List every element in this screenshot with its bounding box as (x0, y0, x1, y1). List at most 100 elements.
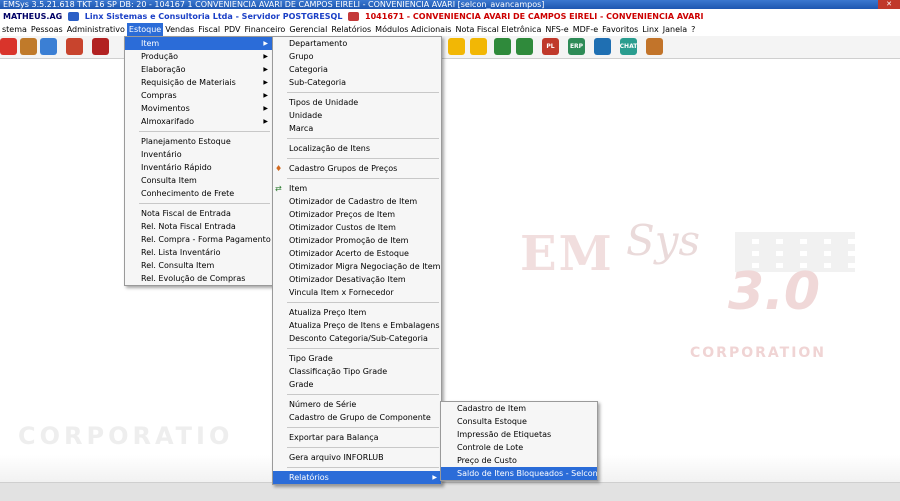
menu-item-tipo-grade[interactable]: Tipo Grade (273, 352, 441, 365)
pl-icon[interactable]: PL (542, 38, 559, 55)
menu-item-controle-de-lote[interactable]: Controle de Lote (441, 441, 597, 454)
menu-item-conhecimento-de-frete[interactable]: Conhecimento de Frete (125, 187, 272, 200)
menu-item-label: Inventário (141, 150, 182, 159)
menu-item-inventario[interactable]: Inventário (125, 148, 272, 161)
menu-item-label: Cadastro de Grupo de Componente (289, 413, 431, 422)
menu-modulos-adicionais[interactable]: Módulos Adicionais (373, 23, 453, 36)
menu-item-otimizador-precos-de-item[interactable]: Otimizador Preços de Item (273, 208, 441, 221)
menu-item-grade[interactable]: Grade (273, 378, 441, 391)
people-icon[interactable] (20, 38, 37, 55)
menu-item-sub-categoria[interactable]: Sub-Categoria (273, 76, 441, 89)
menu-pdv[interactable]: PDV (222, 23, 242, 36)
menu-item-label: Unidade (289, 111, 323, 120)
menu-relatorios[interactable]: Relatórios (329, 23, 373, 36)
menu-item-cadastro-grupos-de-precos[interactable]: ♦ Cadastro Grupos de Preços (273, 162, 441, 175)
menu-item-impressao-de-etiquetas[interactable]: Impressão de Etiquetas (441, 428, 597, 441)
current-user: MATHEUS.AG (3, 12, 63, 21)
menu-item-label: Tipo Grade (289, 354, 333, 363)
power-icon[interactable] (0, 38, 17, 55)
menu-separator (287, 158, 439, 159)
menu-item-relatorios[interactable]: Relatórios ▶ (273, 471, 441, 484)
menu-item-nota-fiscal-de-entrada[interactable]: Nota Fiscal de Entrada (125, 207, 272, 220)
session-info-bar: MATHEUS.AG Linx Sistemas e Consultoria L… (0, 10, 900, 23)
menu-vendas[interactable]: Vendas (163, 23, 196, 36)
menu-item-rel-evolucao-de-compras[interactable]: Rel. Evolução de Compras (125, 272, 272, 285)
menu-nfs-e[interactable]: NFS-e (543, 23, 570, 36)
menu-nota-fiscal-eletronica[interactable]: Nota Fiscal Eletrônica (453, 23, 543, 36)
gift-icon[interactable] (646, 38, 663, 55)
menu-item-departamento[interactable]: Departamento (273, 37, 441, 50)
home-icon[interactable] (66, 38, 83, 55)
menu-administrativo[interactable]: Administrativo (65, 23, 127, 36)
menu-item-otimizador-desativacao-item[interactable]: Otimizador Desativação Item (273, 273, 441, 286)
menu-item-cadastro-de-grupo-de-componente[interactable]: Cadastro de Grupo de Componente (273, 411, 441, 424)
monitor-icon[interactable] (594, 38, 611, 55)
menu-item-label: Compras (141, 91, 177, 100)
smile2-icon[interactable] (470, 38, 487, 55)
menu-fiscal[interactable]: Fiscal (196, 23, 222, 36)
menu-item-compras[interactable]: Compras ▶ (125, 89, 272, 102)
menu-item-rel-compra-forma-pagamento[interactable]: Rel. Compra - Forma Pagamento (125, 233, 272, 246)
menu-item-marca[interactable]: Marca (273, 122, 441, 135)
menu-item-saldo-de-itens-bloqueados-selcon[interactable]: Saldo de Itens Bloqueados - Selcon (441, 467, 598, 480)
menu-estoque[interactable]: Estoque (126, 23, 164, 36)
menu-item-label: Impressão de Etiquetas (457, 430, 552, 439)
menu-item-numero-de-serie[interactable]: Número de Série (273, 398, 441, 411)
user-icon[interactable] (40, 38, 57, 55)
menu-item-cadastro-de-item[interactable]: Cadastro de Item (441, 402, 597, 415)
menu-item-rel-consulta-item[interactable]: Rel. Consulta Item (125, 259, 272, 272)
menu-item-exportar-para-balanca[interactable]: Exportar para Balança (273, 431, 441, 444)
menu-item-desconto-categoria-sub-categoria[interactable]: Desconto Categoria/Sub-Categoria (273, 332, 441, 345)
price-group-icon: ♦ (275, 164, 283, 173)
menu-item-planejamento-estoque[interactable]: Planejamento Estoque (125, 135, 272, 148)
menu-item-elaboracao[interactable]: Elaboração ▶ (125, 63, 272, 76)
menu-linx[interactable]: Linx (640, 23, 660, 36)
menu-janela[interactable]: Janela (661, 23, 689, 36)
menu-item-item[interactable]: Item ▶ (125, 37, 272, 50)
menu-item-requisicao-de-materiais[interactable]: Requisição de Materiais ▶ (125, 76, 272, 89)
menu-item-atualiza-preco-item[interactable]: Atualiza Preço Item (273, 306, 441, 319)
menu-item-consulta-item[interactable]: Consulta Item (125, 174, 272, 187)
menu-item-tipos-de-unidade[interactable]: Tipos de Unidade (273, 96, 441, 109)
menu-item-rel-lista-inventario[interactable]: Rel. Lista Inventário (125, 246, 272, 259)
menu-item-consulta-estoque[interactable]: Consulta Estoque (441, 415, 597, 428)
menu-item-otimizador-de-cadastro-de-item[interactable]: Otimizador de Cadastro de Item (273, 195, 441, 208)
menu-item-inventario-rapido[interactable]: Inventário Rápido (125, 161, 272, 174)
menu-item-producao[interactable]: Produção ▶ (125, 50, 272, 63)
menu-item-categoria[interactable]: Categoria (273, 63, 441, 76)
chevron-right-icon: ▶ (263, 66, 268, 73)
menu-item-movimentos[interactable]: Movimentos ▶ (125, 102, 272, 115)
chat-icon[interactable]: CHAT (620, 38, 637, 55)
menu-[interactable]: ? (689, 23, 697, 36)
menu-item-localizacao-de-itens[interactable]: Localização de Itens (273, 142, 441, 155)
menu-item-rel-nota-fiscal-entrada[interactable]: Rel. Nota Fiscal Entrada (125, 220, 272, 233)
menu-item-item[interactable]: ⇄ Item (273, 182, 441, 195)
camera-icon[interactable] (92, 38, 109, 55)
menu-item-label: Rel. Lista Inventário (141, 248, 221, 257)
menu-item-grupo[interactable]: Grupo (273, 50, 441, 63)
menu-item-otimizador-custos-de-item[interactable]: Otimizador Custos de Item (273, 221, 441, 234)
menu-financeiro[interactable]: Financeiro (242, 23, 287, 36)
menu-item-otimizador-acerto-de-estoque[interactable]: Otimizador Acerto de Estoque (273, 247, 441, 260)
menu-favoritos[interactable]: Favoritos (600, 23, 640, 36)
menu-item-preco-de-custo[interactable]: Preço de Custo (441, 454, 597, 467)
menu-stema[interactable]: stema (0, 23, 29, 36)
menu-item-vincula-item-x-fornecedor[interactable]: Vincula Item x Fornecedor (273, 286, 441, 299)
menu-item-otimizador-promocao-de-item[interactable]: Otimizador Promoção de Item (273, 234, 441, 247)
menu-item-gera-arquivo-inforlub[interactable]: Gera arquivo INFORLUB (273, 451, 441, 464)
menu-item-atualiza-preco-de-itens-e-embalagens[interactable]: Atualiza Preço de Itens e Embalagens (273, 319, 441, 332)
menu-item-classificacao-tipo-grade[interactable]: Classificação Tipo Grade (273, 365, 441, 378)
menu-item-unidade[interactable]: Unidade (273, 109, 441, 122)
chevron-right-icon: ▶ (263, 118, 268, 125)
menu-item-almoxarifado[interactable]: Almoxarifado ▶ (125, 115, 272, 128)
money-icon[interactable] (494, 38, 511, 55)
menu-gerencial[interactable]: Gerencial (287, 23, 329, 36)
smile-icon[interactable] (448, 38, 465, 55)
menu-pessoas[interactable]: Pessoas (29, 23, 65, 36)
erp-icon[interactable]: ERP (568, 38, 585, 55)
menu-item-otimizador-migra-negociacao-de-item[interactable]: Otimizador Migra Negociação de Item (273, 260, 441, 273)
money2-icon[interactable] (516, 38, 533, 55)
menu-mdf-e[interactable]: MDF-e (571, 23, 600, 36)
window-title: EMSys 3.5.21.618 TKT 16 SP DB: 20 - 1041… (3, 0, 545, 9)
close-icon[interactable]: ✕ (878, 0, 900, 9)
